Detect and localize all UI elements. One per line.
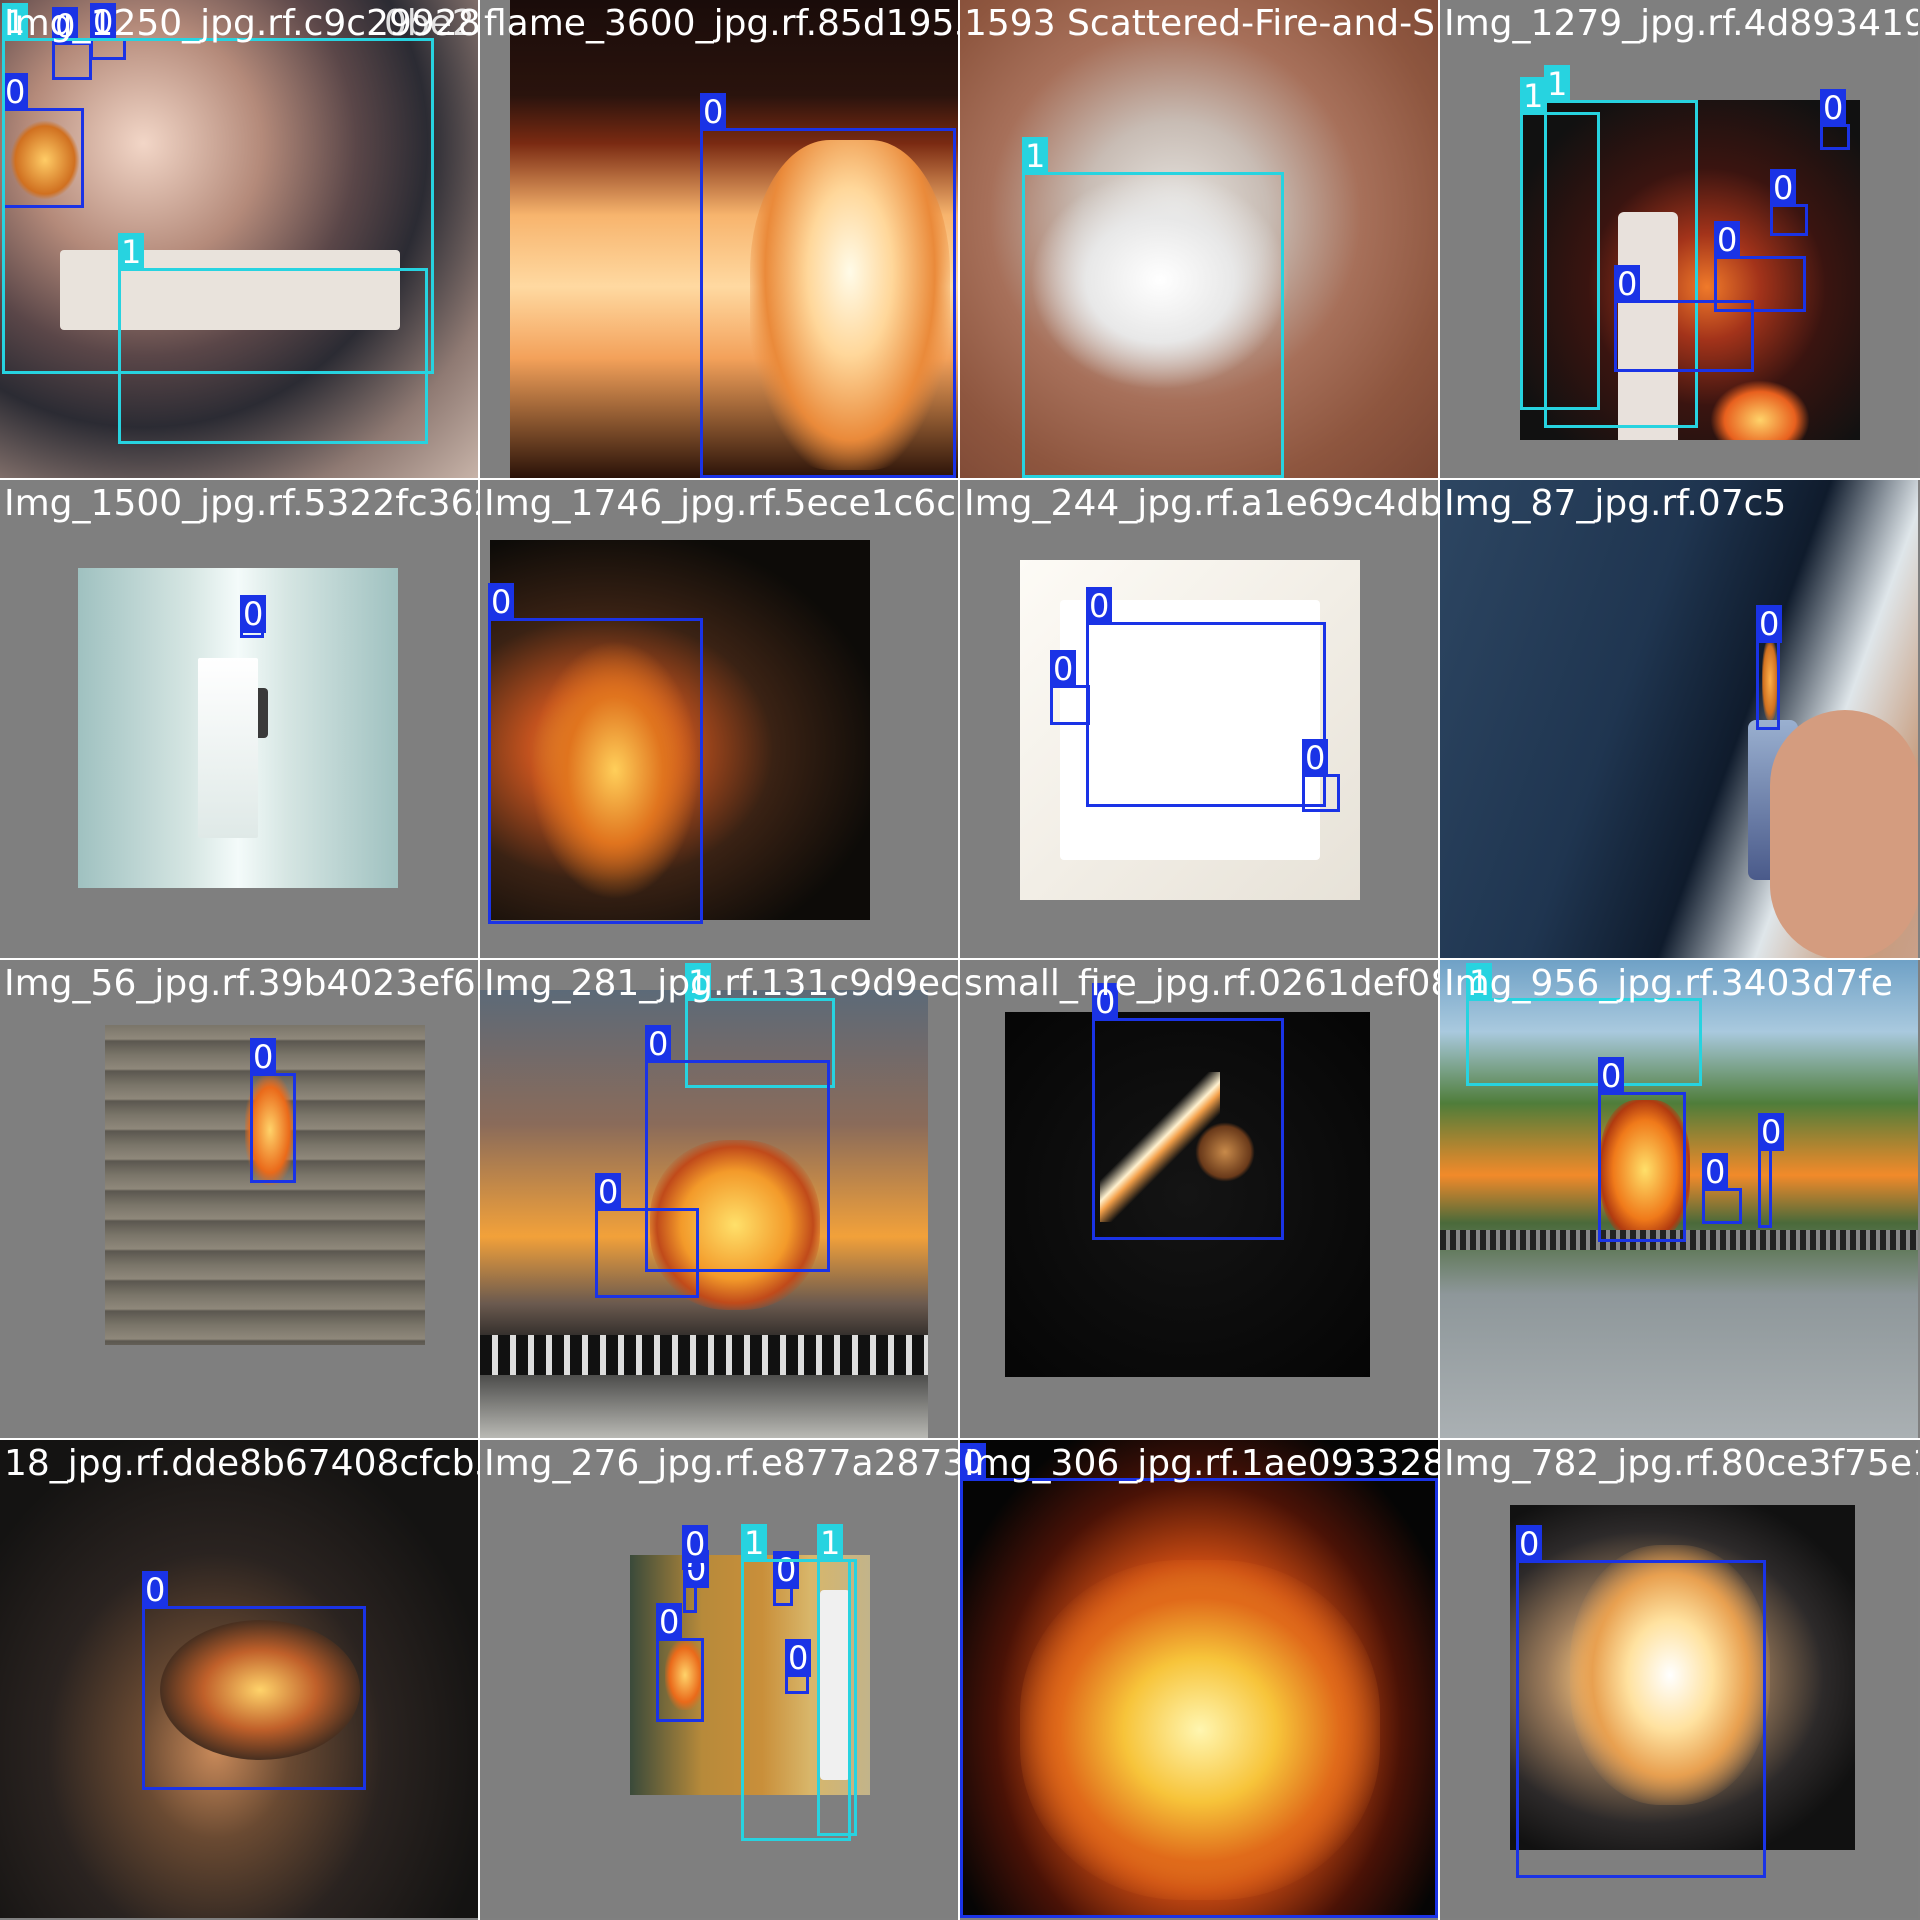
mosaic-tile: 0 flame_3600_jpg.rf.85d1955c (480, 0, 958, 478)
mosaic-tile: 0small_fire_jpg.rf.0261def081a (960, 960, 1438, 1438)
bounding-box-class-0: 0 (1770, 169, 1808, 236)
image-filename-caption: Img_244_jpg.rf.a1e69c4dbd04 (964, 483, 1438, 524)
bounding-box-class-1: 1 (817, 1524, 857, 1836)
bounding-box-class-1: 1 (1466, 963, 1702, 1086)
grid-divider (1438, 0, 1440, 1920)
bounding-box-class-0: 0 (1758, 1113, 1785, 1228)
box-class-label: 0 (645, 1025, 672, 1063)
mosaic-tile: 00011Img_1250_jpg.rf.c9c299280be2a360908… (0, 0, 478, 478)
mosaic-tile: 1 1 0 0 0 0 Img_1279_jpg.rf.4d8934190 (1440, 0, 1918, 478)
photo-detail (1770, 710, 1918, 958)
bounding-box-class-0: 0 (595, 1173, 699, 1298)
box-class-label: 0 (90, 3, 117, 41)
box-class-label: 0 (1302, 739, 1329, 777)
box-class-label: 0 (488, 583, 515, 621)
image-filename-caption: Img_56_jpg.rf.39b4023ef63 (4, 963, 478, 1004)
mosaic-tile: 0 Img_56_jpg.rf.39b4023ef63 (0, 960, 478, 1438)
grid-divider (958, 0, 960, 1920)
bounding-box-class-1: 1 (1022, 137, 1284, 478)
box-class-label: 0 (656, 1603, 683, 1641)
box-class-label: 1 (741, 1524, 768, 1562)
photo-detail (198, 658, 258, 838)
bounding-box-class-0: 0 (488, 583, 703, 924)
detection-mosaic: 00011Img_1250_jpg.rf.c9c299280be2a360908… (0, 0, 1920, 1920)
box-class-label: 0 (1086, 587, 1113, 625)
photo-detail (1710, 380, 1810, 440)
bounding-box-class-0: 0 (1714, 221, 1806, 312)
box-class-label: 1 (817, 1524, 844, 1562)
box-class-label: 0 (240, 595, 267, 633)
box-class-label: 1 (2, 3, 29, 41)
image-filename-caption: Img_782_jpg.rf.80ce3f75e12 (1444, 1443, 1918, 1484)
image-filename-caption: Img_1279_jpg.rf.4d8934190 (1444, 3, 1918, 44)
bounding-box-class-0: 0 (1092, 983, 1284, 1240)
image-filename-caption: Img_1746_jpg.rf.5ece1c6c32b7 (484, 483, 958, 524)
bounding-box-class-0: 0 (240, 595, 267, 638)
grid-divider (478, 0, 480, 1920)
box-class-label: 0 (142, 1571, 169, 1609)
bounding-box-class-0: 0 (1702, 1153, 1742, 1224)
bounding-box-class-0: 0 (1820, 89, 1850, 150)
photo-detail (480, 1335, 928, 1375)
bounding-box-class-0: 0 (682, 1525, 709, 1570)
bounding-box-class-0: 0 (1086, 587, 1326, 807)
grid-divider (0, 958, 1920, 960)
mosaic-tile: 0 0 0 0 0 1 1 Img_276_jpg.rf.e877a28730 (480, 1440, 958, 1918)
bounding-box-class-0: 0 (683, 1550, 710, 1613)
grid-divider (0, 1438, 1920, 1440)
box-class-label: 0 (960, 1443, 987, 1481)
mosaic-tile: 0 Img_306_jpg.rf.1ae093328d (960, 1440, 1438, 1918)
box-class-label: 0 (1050, 650, 1077, 688)
mosaic-tile: 11593 Scattered-Fire-and-Smoke-Sample-5 (960, 0, 1438, 478)
bounding-box-class-1: 1 (1544, 65, 1698, 428)
box-class-label: 0 (1758, 1113, 1785, 1151)
box-class-label: 0 (1598, 1057, 1625, 1095)
bounding-box-class-0: 0 (1598, 1057, 1686, 1242)
image-filename-caption: small_fire_jpg.rf.0261def081a (964, 963, 1438, 1004)
bounding-box-class-0: 0 (656, 1603, 704, 1722)
box-class-label: 1 (1466, 963, 1493, 1001)
box-class-label: 0 (1820, 89, 1847, 127)
box-class-label: 0 (1092, 983, 1119, 1021)
box-class-label: 1 (1520, 77, 1547, 115)
tile-photo (78, 568, 398, 888)
box-class-label: 0 (682, 1525, 709, 1563)
image-filename-caption: Img_276_jpg.rf.e877a28730 (484, 1443, 958, 1484)
box-class-label: 0 (595, 1173, 622, 1211)
box-class-label: 0 (700, 93, 727, 131)
box-class-label: 0 (1516, 1525, 1543, 1563)
bounding-box-class-0: 0 (960, 1443, 1438, 1918)
mosaic-tile: 000Img_244_jpg.rf.a1e69c4dbd04 (960, 480, 1438, 958)
bounding-box-class-0: 0 (250, 1038, 296, 1183)
box-class-label: 1 (1544, 65, 1571, 103)
box-class-label: 1 (1022, 137, 1049, 175)
mosaic-tile: 1 0 0 0 Img_956_jpg.rf.3403d7fe (1440, 960, 1918, 1438)
box-class-label: 0 (1702, 1153, 1729, 1191)
bounding-box-class-0: 0 (142, 1571, 366, 1790)
mosaic-tile: 0 18_jpg.rf.dde8b67408cfcb3a (0, 1440, 478, 1918)
mosaic-tile: 1 0 0 Img_281_jpg.rf.131c9d9ec3 (480, 960, 958, 1438)
bounding-box-class-1: 1 (2, 3, 434, 374)
bounding-box-class-0: 0 (1516, 1525, 1766, 1878)
box-class-label: 1 (685, 963, 712, 1001)
box-class-label: 0 (250, 1038, 277, 1076)
mosaic-tile: 0 Img_87_jpg.rf.07c5 (1440, 480, 1918, 958)
box-class-label: 0 (1756, 605, 1783, 643)
mosaic-tile: 0 Img_1500_jpg.rf.5322fc3628 (0, 480, 478, 958)
tile-photo (1440, 480, 1918, 958)
box-class-label: 0 (1714, 221, 1741, 259)
bounding-box-class-0: 0 (1756, 605, 1783, 730)
mosaic-tile: 0 Img_782_jpg.rf.80ce3f75e12 (1440, 1440, 1918, 1918)
bounding-box-class-0: 0 (700, 93, 956, 478)
grid-divider (0, 478, 1920, 480)
box-class-label: 0 (1614, 265, 1641, 303)
bounding-box-class-0: 0 (1050, 650, 1090, 725)
image-filename-caption: Img_1500_jpg.rf.5322fc3628 (4, 483, 478, 524)
mosaic-tile: 0 Img_1746_jpg.rf.5ece1c6c32b7 (480, 480, 958, 958)
box-class-label: 0 (1770, 169, 1797, 207)
bounding-box-class-0: 0 (1302, 739, 1340, 812)
